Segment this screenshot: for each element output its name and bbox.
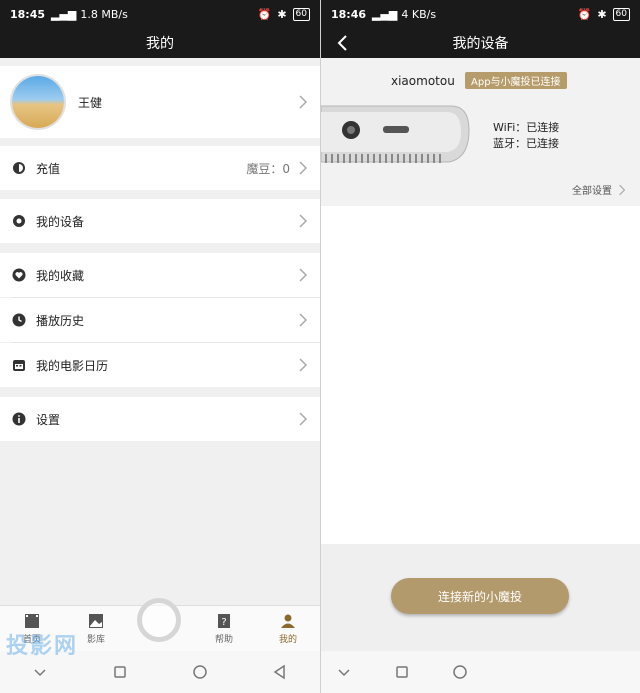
status-bar: 18:46 ▂▄▆ 4 KB/s ⏰ ✱ 60 — [321, 0, 640, 28]
chevron-right-icon — [299, 214, 308, 228]
nav-home-icon[interactable] — [191, 663, 209, 681]
device-icon — [13, 215, 25, 227]
my-device-page: 18:46 ▂▄▆ 4 KB/s ⏰ ✱ 60 我的设备 xiaomotou A… — [320, 0, 640, 693]
device-card: xiaomotou App与小魔投已连接 WiFi：已连接 蓝牙：已连接 全部设… — [321, 58, 640, 206]
magic-beans-value: 魔豆：0 — [246, 161, 290, 176]
list-item-label: 我的电影日历 — [36, 358, 109, 373]
all-settings-link[interactable]: 全部设置 — [572, 182, 626, 197]
bluetooth-icon: ✱ — [277, 7, 287, 21]
signal-icon: ▂▄▆ — [51, 7, 77, 21]
bluetooth-status: 蓝牙：已连接 — [493, 137, 559, 150]
nav-down-icon[interactable] — [31, 663, 49, 681]
page-title-text: 我的设备 — [452, 36, 509, 52]
clock-icon — [12, 313, 26, 327]
tab-label: 影库 — [86, 635, 105, 645]
list-item-favorites[interactable]: 我的收藏 — [0, 253, 320, 297]
page-title: 我的 — [0, 28, 320, 58]
status-time: 18:46 — [331, 7, 367, 21]
recharge-icon — [13, 162, 25, 174]
battery-icon: 60 — [612, 7, 630, 21]
chevron-right-icon — [299, 358, 308, 372]
list-item-settings[interactable]: 设置 — [0, 397, 320, 441]
connect-new-device-button[interactable]: 连接新的小魔投 — [391, 578, 569, 614]
chevron-right-icon — [299, 313, 308, 327]
battery-icon: 60 — [292, 7, 310, 21]
all-settings-label: 全部设置 — [572, 186, 612, 197]
list-item-label: 播放历史 — [36, 313, 85, 328]
svg-text:?: ? — [221, 617, 226, 628]
page-title-text: 我的 — [146, 36, 174, 52]
connect-button-label: 连接新的小魔投 — [437, 589, 522, 604]
heart-icon — [12, 268, 26, 282]
gallery-icon — [89, 614, 103, 628]
calendar-icon — [13, 360, 25, 371]
nav-home-icon[interactable] — [451, 663, 469, 681]
wifi-status: WiFi：已连接 — [493, 121, 560, 134]
floating-center-button[interactable] — [137, 598, 181, 642]
projector-image — [321, 105, 470, 163]
tab-help[interactable]: ? 帮助 — [192, 606, 256, 652]
network-speed: 1.8 MB/s — [80, 7, 128, 21]
chevron-right-icon — [619, 184, 626, 195]
bluetooth-icon: ✱ — [597, 7, 607, 21]
status-time: 18:45 — [10, 7, 46, 21]
my-page: 18:45 ▂▄▆ 1.8 MB/s ⏰ ✱ 60 我的 王健 充值 魔豆：0 … — [0, 0, 320, 693]
list-item-recharge[interactable]: 充值 魔豆：0 — [0, 146, 320, 190]
list-item-movie-calendar[interactable]: 我的电影日历 — [0, 343, 320, 387]
help-icon: ? — [218, 614, 230, 628]
profile-row[interactable]: 王健 — [0, 66, 320, 138]
list-item-label: 充值 — [36, 161, 61, 176]
person-icon — [281, 614, 295, 628]
connection-badge: App与小魔投已连接 — [465, 72, 567, 89]
content-area — [321, 206, 640, 544]
info-icon — [12, 412, 26, 426]
list-item-label: 我的设备 — [36, 214, 85, 229]
nav-recents-icon[interactable] — [111, 663, 129, 681]
nav-recents-icon[interactable] — [393, 663, 411, 681]
tab-label: 帮助 — [214, 635, 233, 645]
page-title: 我的设备 — [321, 28, 640, 58]
list-item-label: 我的收藏 — [36, 268, 85, 283]
tab-label: 我的 — [278, 635, 297, 645]
list-item-label: 设置 — [36, 412, 61, 427]
alarm-icon: ⏰ — [257, 7, 272, 21]
screenshot-frame: 18:45 ▂▄▆ 1.8 MB/s ⏰ ✱ 60 我的 王健 充值 魔豆：0 … — [0, 0, 640, 693]
user-name: 王健 — [78, 95, 103, 110]
film-icon — [25, 614, 39, 628]
nav-down-icon[interactable] — [335, 663, 353, 681]
chevron-right-icon — [299, 412, 308, 426]
watermark-logo: 投影网 — [6, 634, 79, 659]
alarm-icon: ⏰ — [577, 7, 592, 21]
list-item-my-device[interactable]: 我的设备 — [0, 199, 320, 243]
chevron-right-icon — [299, 161, 308, 175]
list-item-history[interactable]: 播放历史 — [0, 298, 320, 342]
system-nav-bar — [321, 651, 640, 693]
status-bar: 18:45 ▂▄▆ 1.8 MB/s ⏰ ✱ 60 — [0, 0, 320, 28]
device-name: xiaomotou — [391, 74, 455, 88]
nav-back-icon[interactable] — [271, 663, 289, 681]
avatar[interactable] — [12, 76, 64, 128]
connection-status: WiFi：已连接 蓝牙：已连接 — [493, 120, 559, 152]
back-arrow-icon[interactable] — [335, 34, 351, 52]
network-speed: 4 KB/s — [401, 7, 437, 21]
chevron-right-icon — [299, 95, 308, 109]
signal-icon: ▂▄▆ — [372, 7, 398, 21]
tab-mine[interactable]: 我的 — [256, 606, 320, 652]
chevron-right-icon — [299, 268, 308, 282]
